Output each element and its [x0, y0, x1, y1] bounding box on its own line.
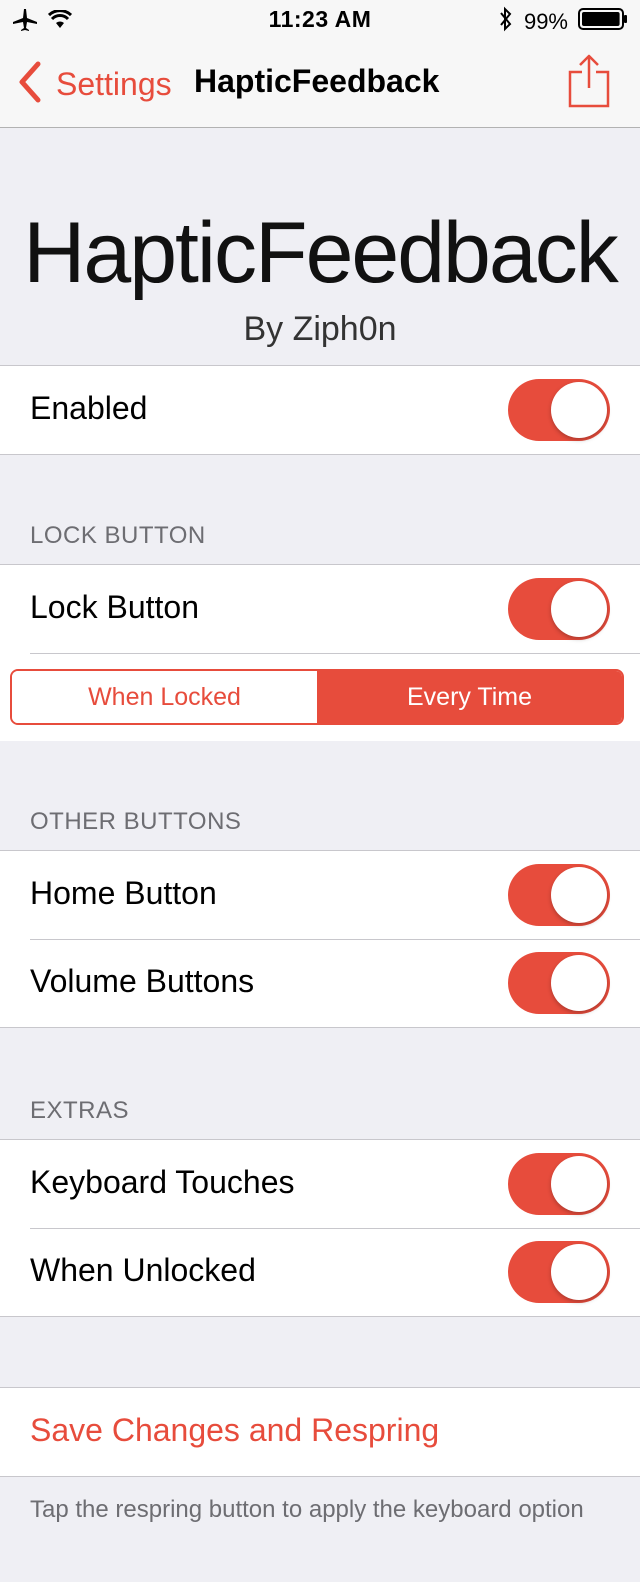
when-unlocked-cell: When Unlocked — [0, 1228, 640, 1316]
segment-when-locked[interactable]: When Locked — [12, 671, 317, 723]
section-header-lock-button: LOCK BUTTON — [30, 522, 206, 549]
respring-group: Save Changes and Respring — [0, 1387, 640, 1477]
volume-buttons-cell: Volume Buttons — [0, 939, 640, 1027]
share-icon — [568, 54, 610, 112]
volume-buttons-label: Volume Buttons — [30, 963, 255, 999]
when-unlocked-label: When Unlocked — [30, 1252, 256, 1288]
status-bar: 11:23 AM 99% — [0, 0, 640, 40]
home-button-toggle[interactable] — [508, 864, 610, 926]
section-header-other-buttons: OTHER BUTTONS — [30, 808, 242, 835]
enabled-label: Enabled — [30, 390, 148, 426]
keyboard-touches-cell: Keyboard Touches — [0, 1140, 640, 1228]
section-header-extras: EXTRAS — [30, 1097, 130, 1124]
tweak-author: By Ziph0n — [243, 310, 397, 348]
toggle-knob — [551, 955, 607, 1011]
lock-button-label: Lock Button — [30, 589, 199, 625]
enabled-cell: Enabled — [0, 366, 640, 454]
enabled-group: Enabled — [0, 365, 640, 455]
settings-page: 11:23 AM 99% Settings HapticFeedback Hap… — [0, 0, 640, 1582]
lock-mode-cell: When Locked Every Time — [0, 653, 640, 741]
bluetooth-icon — [498, 6, 514, 37]
nav-title: HapticFeedback — [194, 63, 440, 99]
battery-percent: 99% — [523, 8, 568, 34]
volume-buttons-toggle[interactable] — [508, 952, 610, 1014]
keyboard-touches-toggle[interactable] — [508, 1153, 610, 1215]
back-button[interactable]: Settings — [16, 60, 172, 109]
segment-every-time[interactable]: Every Time — [317, 671, 622, 723]
toggle-knob — [551, 581, 607, 637]
toggle-knob — [551, 1156, 607, 1212]
navigation-bar: Settings HapticFeedback — [0, 40, 640, 128]
respring-label: Save Changes and Respring — [30, 1412, 440, 1448]
lock-button-cell: Lock Button — [0, 565, 640, 653]
respring-footer-note: Tap the respring button to apply the key… — [30, 1496, 584, 1523]
tweak-title: HapticFeedback — [23, 205, 618, 301]
when-unlocked-toggle[interactable] — [508, 1241, 610, 1303]
chevron-left-icon — [16, 60, 42, 109]
toggle-knob — [551, 867, 607, 923]
back-label: Settings — [56, 66, 172, 102]
toggle-knob — [551, 382, 607, 438]
other-buttons-group: Home Button Volume Buttons — [0, 850, 640, 1028]
keyboard-touches-label: Keyboard Touches — [30, 1164, 295, 1200]
tweak-header: HapticFeedback By Ziph0n — [0, 128, 640, 366]
status-right: 99% — [498, 6, 628, 37]
lock-mode-segmented-control: When Locked Every Time — [10, 669, 624, 725]
home-button-cell: Home Button — [0, 851, 640, 939]
toggle-knob — [551, 1244, 607, 1300]
lock-button-toggle[interactable] — [508, 578, 610, 640]
extras-group: Keyboard Touches When Unlocked — [0, 1139, 640, 1317]
home-button-label: Home Button — [30, 875, 217, 911]
battery-icon — [578, 8, 628, 35]
respring-button[interactable]: Save Changes and Respring — [0, 1388, 640, 1476]
lock-button-group: Lock Button When Locked Every Time — [0, 564, 640, 741]
enabled-toggle[interactable] — [508, 379, 610, 441]
share-button[interactable] — [568, 54, 610, 113]
